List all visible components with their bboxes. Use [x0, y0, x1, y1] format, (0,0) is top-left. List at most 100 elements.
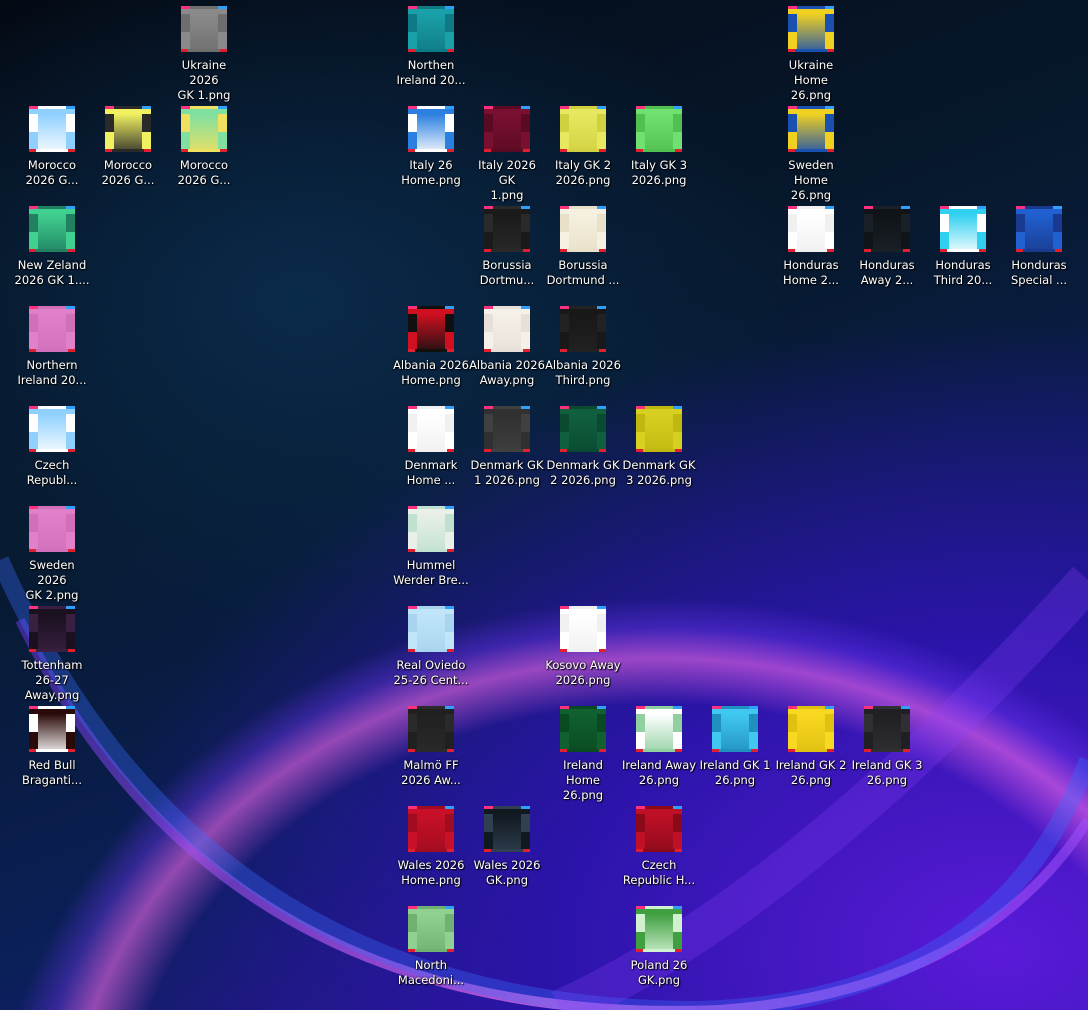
- desktop-icon-ireland-away-26[interactable]: Ireland Away 26.png: [621, 704, 697, 788]
- desktop-icon-label: Albania 2026 Away.png: [469, 358, 545, 388]
- desktop-icon-malmo-ff-2026-away[interactable]: Malmö FF 2026 Aw...: [393, 704, 469, 788]
- desktop-icon-honduras-special[interactable]: Honduras Special ...: [1001, 204, 1077, 288]
- label-line: Ireland 20...: [17, 373, 87, 387]
- desktop-icon-label: Ireland GK 2 26.png: [773, 758, 849, 788]
- label-line: Albania 2026: [393, 358, 469, 372]
- label-line: Honduras: [935, 258, 991, 272]
- desktop-icon-label: Ukraine 2026 GK 1.png: [166, 58, 242, 103]
- label-line: Morocco: [27, 158, 77, 172]
- desktop-icon-north-macedonia[interactable]: North Macedoni...: [393, 904, 469, 988]
- kit-image-icon: [560, 606, 606, 652]
- label-line: Third 20...: [933, 273, 993, 287]
- desktop-icon-northen-ireland[interactable]: Northen Ireland 20...: [393, 4, 469, 88]
- label-line: Malmö FF: [403, 758, 459, 772]
- desktop-icon-label: Ireland GK 3 26.png: [849, 758, 925, 788]
- kit-image-icon: [408, 106, 454, 152]
- label-line: Home.png: [401, 373, 461, 387]
- desktop-icon-ireland-gk-3-26[interactable]: Ireland GK 3 26.png: [849, 704, 925, 788]
- desktop-icon-red-bull-braganti[interactable]: Red Bull Braganti...: [14, 704, 90, 788]
- label-line: 2026.png: [631, 173, 687, 187]
- desktop-icon-italy-gk-3-2026[interactable]: Italy GK 3 2026.png: [621, 104, 697, 188]
- desktop-icon-wales-2026-gk[interactable]: Wales 2026 GK.png: [469, 804, 545, 888]
- label-line: Poland 26: [630, 958, 688, 972]
- desktop-icon-morocco-2026-g-2[interactable]: Morocco 2026 G...: [90, 104, 166, 188]
- desktop-icon-denmark-gk-3-2026[interactable]: Denmark GK 3 2026.png: [621, 404, 697, 488]
- desktop-icon-label: Morocco 2026 G...: [90, 158, 166, 188]
- desktop-icon-label: Honduras Third 20...: [925, 258, 1001, 288]
- desktop-icon-new-zeland-2026-gk-1[interactable]: New Zeland 2026 GK 1....: [14, 204, 90, 288]
- desktop-icon-label: Tottenham 26-27 Away.png: [14, 658, 90, 703]
- label-line: GK 1.png: [177, 88, 231, 102]
- kit-image-icon: [408, 406, 454, 452]
- desktop-icon-honduras-home[interactable]: Honduras Home 2...: [773, 204, 849, 288]
- desktop-icon-label: Honduras Away 2...: [849, 258, 925, 288]
- kit-image-icon: [181, 6, 227, 52]
- label-line: Away.png: [479, 373, 535, 387]
- desktop-icon-label: Honduras Special ...: [1001, 258, 1077, 288]
- desktop-icon-albania-2026-away[interactable]: Albania 2026 Away.png: [469, 304, 545, 388]
- desktop-icon-italy-26-home[interactable]: Italy 26 Home.png: [393, 104, 469, 188]
- label-line: Braganti...: [22, 773, 82, 787]
- desktop-icon-morocco-2026-g-3[interactable]: Morocco 2026 G...: [166, 104, 242, 188]
- label-line: Denmark GK: [622, 458, 696, 472]
- desktop-icon-label: Italy GK 2 2026.png: [545, 158, 621, 188]
- desktop-icon-denmark-gk-2-2026[interactable]: Denmark GK 2 2026.png: [545, 404, 621, 488]
- kit-image-icon: [181, 106, 227, 152]
- desktop-icon-label: Albania 2026 Home.png: [393, 358, 469, 388]
- desktop-icon-borussia-dortmund-1[interactable]: Borussia Dortmu...: [469, 204, 545, 288]
- desktop-icon-honduras-away[interactable]: Honduras Away 2...: [849, 204, 925, 288]
- label-line: Italy GK 3: [630, 158, 688, 172]
- desktop-icon-ireland-home-26[interactable]: Ireland Home 26.png: [545, 704, 621, 803]
- label-line: 26.png: [866, 773, 908, 787]
- kit-image-icon: [408, 806, 454, 852]
- label-line: Honduras: [783, 258, 839, 272]
- label-line: 26-27: [35, 673, 69, 687]
- desktop-icon-sweden-home-26[interactable]: Sweden Home 26.png: [773, 104, 849, 203]
- desktop-icon-honduras-third[interactable]: Honduras Third 20...: [925, 204, 1001, 288]
- label-line: 2026 G...: [101, 173, 155, 187]
- desktop-icon-real-oviedo-25-26[interactable]: Real Oviedo 25-26 Cent...: [393, 604, 469, 688]
- desktop-icon-italy-gk-2-2026[interactable]: Italy GK 2 2026.png: [545, 104, 621, 188]
- desktop-icon-ukraine-2026-gk-1[interactable]: Ukraine 2026 GK 1.png: [166, 4, 242, 103]
- desktop-icon-label: Czech Republ...: [14, 458, 90, 488]
- desktop-icon-kosovo-away-2026[interactable]: Kosovo Away 2026.png: [545, 604, 621, 688]
- desktop-icon-northern-ireland-20[interactable]: Northern Ireland 20...: [14, 304, 90, 388]
- desktop-icon-label: Northern Ireland 20...: [14, 358, 90, 388]
- kit-image-icon: [484, 306, 530, 352]
- kit-image-icon: [636, 906, 682, 952]
- desktop-icon-borussia-dortmund-2[interactable]: Borussia Dortmund ...: [545, 204, 621, 288]
- label-line: 26.png: [638, 773, 680, 787]
- desktop-icon-sweden-2026-gk-2[interactable]: Sweden 2026 GK 2.png: [14, 504, 90, 603]
- label-line: Morocco: [179, 158, 229, 172]
- desktop-icon-tottenham-26-27-away[interactable]: Tottenham 26-27 Away.png: [14, 604, 90, 703]
- desktop-icon-denmark-gk-1-2026[interactable]: Denmark GK 1 2026.png: [469, 404, 545, 488]
- kit-image-icon: [408, 606, 454, 652]
- label-line: Denmark GK: [470, 458, 544, 472]
- desktop-icon-label: Morocco 2026 G...: [14, 158, 90, 188]
- desktop-icon-albania-2026-home[interactable]: Albania 2026 Home.png: [393, 304, 469, 388]
- desktop-icon-ireland-gk-1-26[interactable]: Ireland GK 1 26.png: [697, 704, 773, 788]
- desktop-icon-albania-2026-third[interactable]: Albania 2026 Third.png: [545, 304, 621, 388]
- kit-image-icon: [484, 406, 530, 452]
- kit-image-icon: [29, 106, 75, 152]
- label-line: Kosovo Away: [545, 658, 621, 672]
- kit-image-icon: [636, 706, 682, 752]
- desktop-icon-ukraine-home-26[interactable]: Ukraine Home 26.png: [773, 4, 849, 103]
- desktop-icon-poland-26-gk[interactable]: Poland 26 GK.png: [621, 904, 697, 988]
- desktop-icon-czech-republ[interactable]: Czech Republ...: [14, 404, 90, 488]
- desktop-icon-denmark-home[interactable]: Denmark Home ...: [393, 404, 469, 488]
- desktop-icon-morocco-2026-g-1[interactable]: Morocco 2026 G...: [14, 104, 90, 188]
- desktop-icon-italy-2026-gk-1[interactable]: Italy 2026 GK 1.png: [469, 104, 545, 203]
- desktop-icon-label: Hummel Werder Bre...: [393, 558, 469, 588]
- label-line: Dortmu...: [479, 273, 535, 287]
- label-line: Ireland GK 1: [699, 758, 771, 772]
- desktop-icon-czech-republic-h[interactable]: Czech Republic H...: [621, 804, 697, 888]
- kit-image-icon: [484, 106, 530, 152]
- desktop-icon-ireland-gk-2-26[interactable]: Ireland GK 2 26.png: [773, 704, 849, 788]
- desktop-icon-label: Albania 2026 Third.png: [545, 358, 621, 388]
- label-line: Sweden: [788, 158, 834, 172]
- label-line: 2026 G...: [25, 173, 79, 187]
- desktop-icon-hummel-werder-bremen[interactable]: Hummel Werder Bre...: [393, 504, 469, 588]
- label-line: Honduras: [1011, 258, 1067, 272]
- desktop-icon-wales-2026-home[interactable]: Wales 2026 Home.png: [393, 804, 469, 888]
